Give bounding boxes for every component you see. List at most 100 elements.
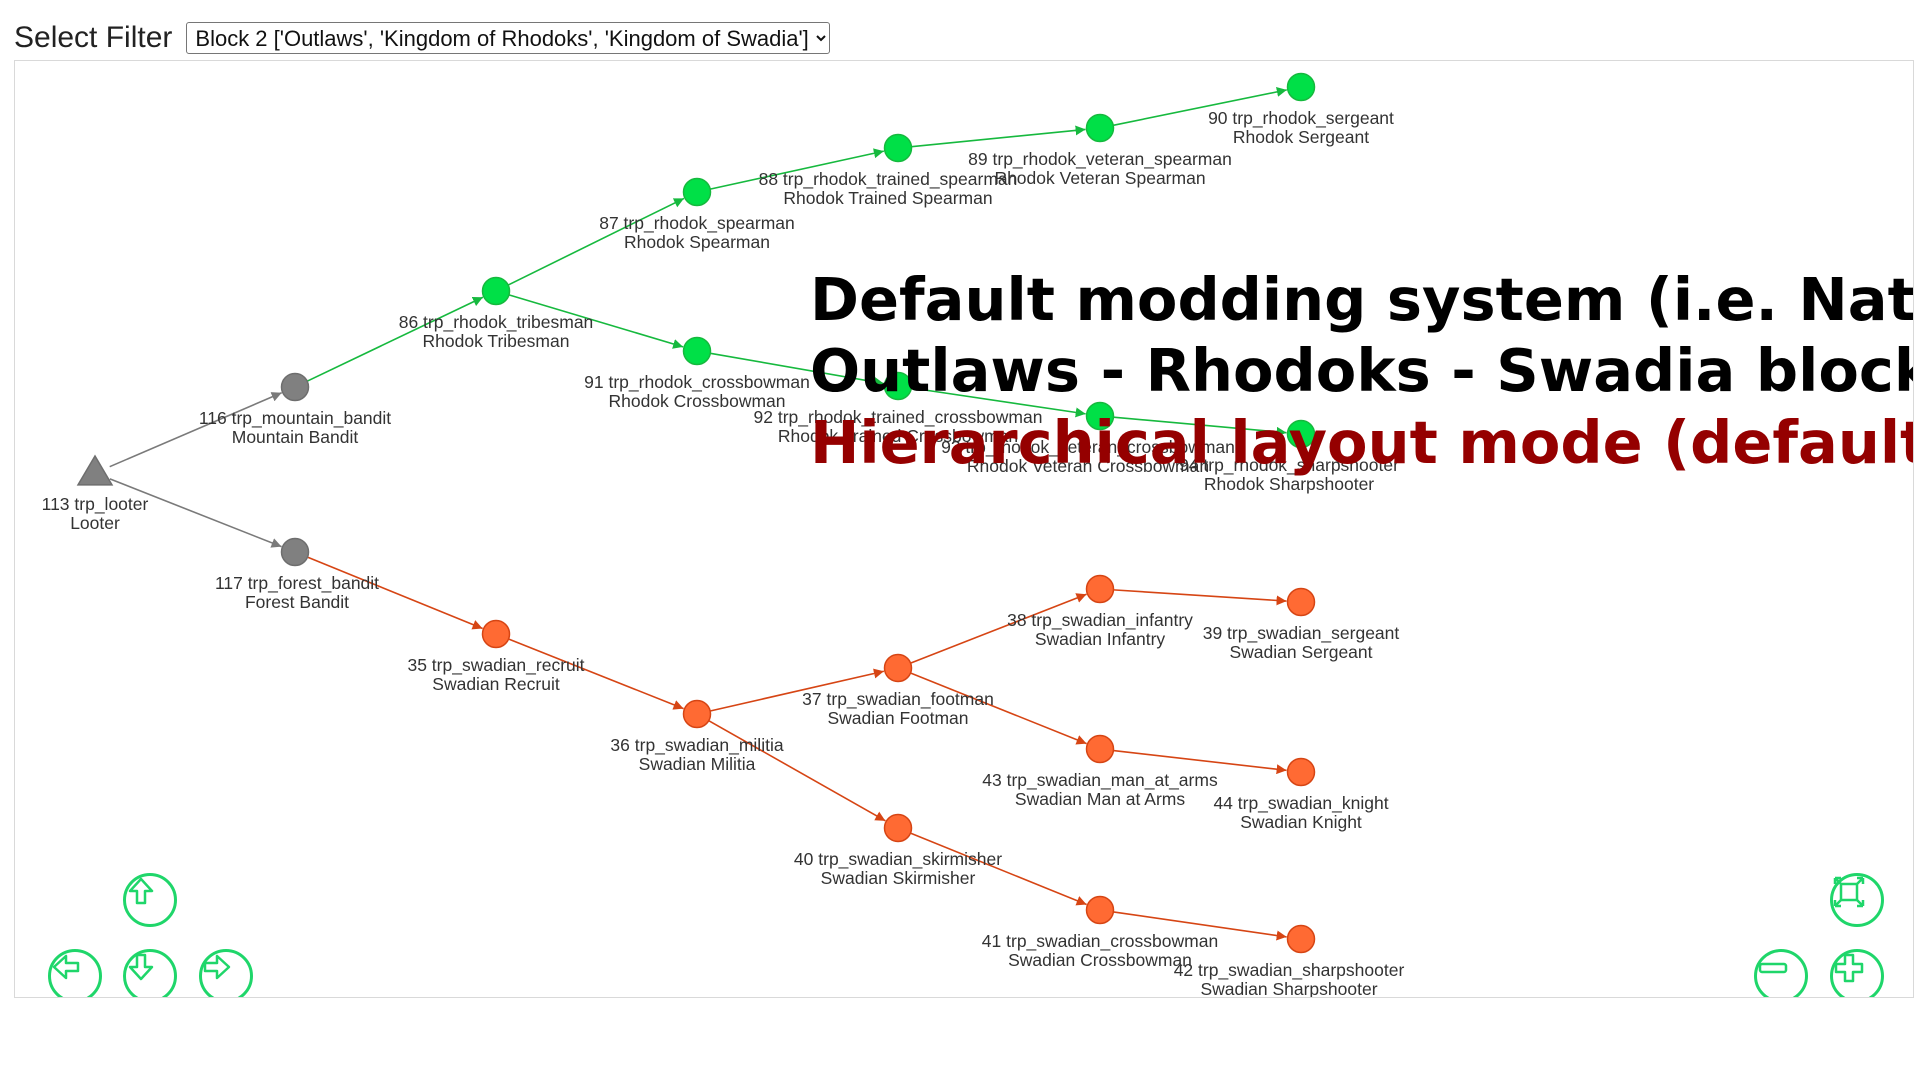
edge-88-89[interactable] [911, 125, 1086, 148]
node-label-id-name: 35 trp_swadian_recruit [407, 655, 584, 676]
node-label-title: Mountain Bandit [232, 427, 359, 447]
arrow-down-icon [128, 953, 154, 981]
node-marker-dot[interactable] [280, 372, 310, 402]
overlay-caption-line-2: Outlaws - Rhodoks - Swadia block [810, 336, 1914, 405]
edge-38-39[interactable] [1113, 589, 1287, 606]
node-marker-dot[interactable] [682, 336, 712, 366]
node-40[interactable]: 40 trp_swadian_skirmisherSwadian Skirmis… [794, 813, 1002, 889]
node-marker-dot[interactable] [1286, 924, 1316, 954]
node-marker-dot[interactable] [682, 177, 712, 207]
node-37[interactable]: 37 trp_swadian_footmanSwadian Footman [802, 653, 994, 729]
node-label-id-name: 37 trp_swadian_footman [802, 689, 994, 710]
node-label-id-name: 44 trp_swadian_knight [1213, 793, 1388, 814]
node-marker-dot[interactable] [1286, 587, 1316, 617]
node-marker-dot[interactable] [481, 619, 511, 649]
node-label-title: Rhodok Trained Spearman [783, 188, 992, 208]
node-39[interactable]: 39 trp_swadian_sergeantSwadian Sergeant [1203, 587, 1400, 663]
node-91[interactable]: 91 trp_rhodok_crossbowmanRhodok Crossbow… [584, 336, 810, 412]
node-label-title: Swadian Recruit [432, 674, 560, 694]
node-marker-dot[interactable] [883, 653, 913, 683]
fit-screen-icon [1833, 876, 1865, 908]
node-label-id-name: 43 trp_swadian_man_at_arms [982, 770, 1218, 791]
node-label-title: Swadian Militia [639, 754, 756, 774]
node-113[interactable]: 113 trp_looterLooter [42, 454, 149, 533]
node-marker-dot[interactable] [1085, 113, 1115, 143]
zoom-in-icon [1834, 953, 1864, 983]
node-label-title: Forest Bandit [245, 592, 349, 612]
arrow-left-icon [52, 954, 80, 980]
node-label-title: Swadian Crossbowman [1008, 950, 1192, 970]
node-marker-triangle[interactable] [76, 454, 114, 486]
node-label-title: Swadian Infantry [1035, 629, 1166, 649]
node-90[interactable]: 90 trp_rhodok_sergeantRhodok Sergeant [1208, 72, 1394, 148]
overlay-caption-line-3: Hierarchical layout mode (default) [810, 408, 1914, 477]
node-label-title: Swadian Man at Arms [1015, 789, 1185, 809]
node-label-id-name: 42 trp_swadian_sharpshooter [1174, 960, 1405, 981]
node-marker-dot[interactable] [1085, 895, 1115, 925]
troop-tree-graph[interactable]: 113 trp_looterLooter 116 trp_mountain_ban… [15, 61, 1913, 997]
zoom-out-icon [1758, 962, 1788, 974]
filter-label: Select Filter [14, 21, 173, 54]
node-116[interactable]: 116 trp_mountain_banditMountain Bandit [199, 372, 391, 448]
node-marker-dot[interactable] [883, 133, 913, 163]
node-43[interactable]: 43 trp_swadian_man_at_armsSwadian Man at… [982, 734, 1218, 810]
pan-right-button[interactable] [199, 949, 253, 997]
node-label-title: Swadian Sergeant [1229, 642, 1372, 662]
node-label-title: Swadian Knight [1240, 812, 1362, 832]
node-117[interactable]: 117 trp_forest_banditForest Bandit [215, 537, 379, 613]
node-label-title: Rhodok Veteran Spearman [994, 168, 1205, 188]
node-label-title: Rhodok Tribesman [423, 331, 570, 351]
node-marker-dot[interactable] [1286, 72, 1316, 102]
node-label-id-name: 87 trp_rhodok_spearman [599, 213, 795, 234]
node-label-id-name: 86 trp_rhodok_tribesman [399, 312, 594, 333]
node-label-id-name: 88 trp_rhodok_trained_spearman [759, 169, 1018, 190]
filter-bar: Select Filter Block 2 ['Outlaws', 'Kingd… [14, 18, 831, 58]
pan-down-button[interactable] [123, 949, 177, 997]
node-marker-dot[interactable] [682, 699, 712, 729]
node-label-title: Swadian Skirmisher [821, 868, 976, 888]
node-41[interactable]: 41 trp_swadian_crossbowmanSwadian Crossb… [982, 895, 1218, 971]
fit-view-button[interactable] [1830, 873, 1884, 927]
node-label-title: Swadian Sharpshooter [1200, 979, 1377, 997]
node-35[interactable]: 35 trp_swadian_recruitSwadian Recruit [407, 619, 585, 695]
node-label-id-name: 89 trp_rhodok_veteran_spearman [968, 149, 1232, 170]
node-87[interactable]: 87 trp_rhodok_spearmanRhodok Spearman [599, 177, 795, 253]
node-89[interactable]: 89 trp_rhodok_veteran_spearmanRhodok Vet… [968, 113, 1232, 189]
filter-select[interactable]: Block 2 ['Outlaws', 'Kingdom of Rhodoks'… [186, 22, 831, 54]
node-86[interactable]: 86 trp_rhodok_tribesmanRhodok Tribesman [399, 276, 594, 352]
node-label-title: Rhodok Spearman [624, 232, 770, 252]
node-36[interactable]: 36 trp_swadian_militiaSwadian Militia [610, 699, 784, 775]
node-label-id-name: 38 trp_swadian_infantry [1007, 610, 1193, 631]
node-label-id-name: 90 trp_rhodok_sergeant [1208, 108, 1394, 129]
node-label-id-name: 41 trp_swadian_crossbowman [982, 931, 1218, 952]
node-label-title: Looter [70, 513, 120, 533]
node-label-id-name: 36 trp_swadian_militia [610, 735, 783, 756]
node-marker-dot[interactable] [883, 813, 913, 843]
zoom-in-button[interactable] [1830, 949, 1884, 997]
pan-left-button[interactable] [48, 949, 102, 997]
nodes-layer: 113 trp_looterLooter 116 trp_mountain_ban… [42, 72, 1405, 997]
overlay-caption-line-1: Default modding system (i.e. Native) [810, 265, 1914, 334]
node-marker-dot[interactable] [280, 537, 310, 567]
node-38[interactable]: 38 trp_swadian_infantrySwadian Infantry [1007, 574, 1193, 650]
arrow-right-icon [203, 954, 231, 980]
arrow-up-icon [128, 877, 154, 905]
node-44[interactable]: 44 trp_swadian_knightSwadian Knight [1213, 757, 1389, 833]
node-marker-dot[interactable] [1085, 574, 1115, 604]
pan-up-button[interactable] [123, 873, 177, 927]
node-label-id-name: 40 trp_swadian_skirmisher [794, 849, 1002, 870]
zoom-out-button[interactable] [1754, 949, 1808, 997]
node-label-id-name: 91 trp_rhodok_crossbowman [584, 372, 810, 393]
node-label-id-name: 113 trp_looter [42, 494, 149, 515]
graph-canvas[interactable]: 113 trp_looter Looter 116 trp_mountain_ban… [14, 60, 1914, 998]
node-label-id-name: 117 trp_forest_bandit [215, 573, 379, 594]
node-88[interactable]: 88 trp_rhodok_trained_spearmanRhodok Tra… [759, 133, 1018, 209]
node-label-title: Rhodok Sergeant [1233, 127, 1369, 147]
node-label-title: Swadian Footman [827, 708, 968, 728]
edge-43-44[interactable] [1113, 749, 1287, 775]
node-label-id-name: 39 trp_swadian_sergeant [1203, 623, 1400, 644]
node-label-id-name: 116 trp_mountain_bandit [199, 408, 391, 429]
node-marker-dot[interactable] [1286, 757, 1316, 787]
node-marker-dot[interactable] [1085, 734, 1115, 764]
node-marker-dot[interactable] [481, 276, 511, 306]
